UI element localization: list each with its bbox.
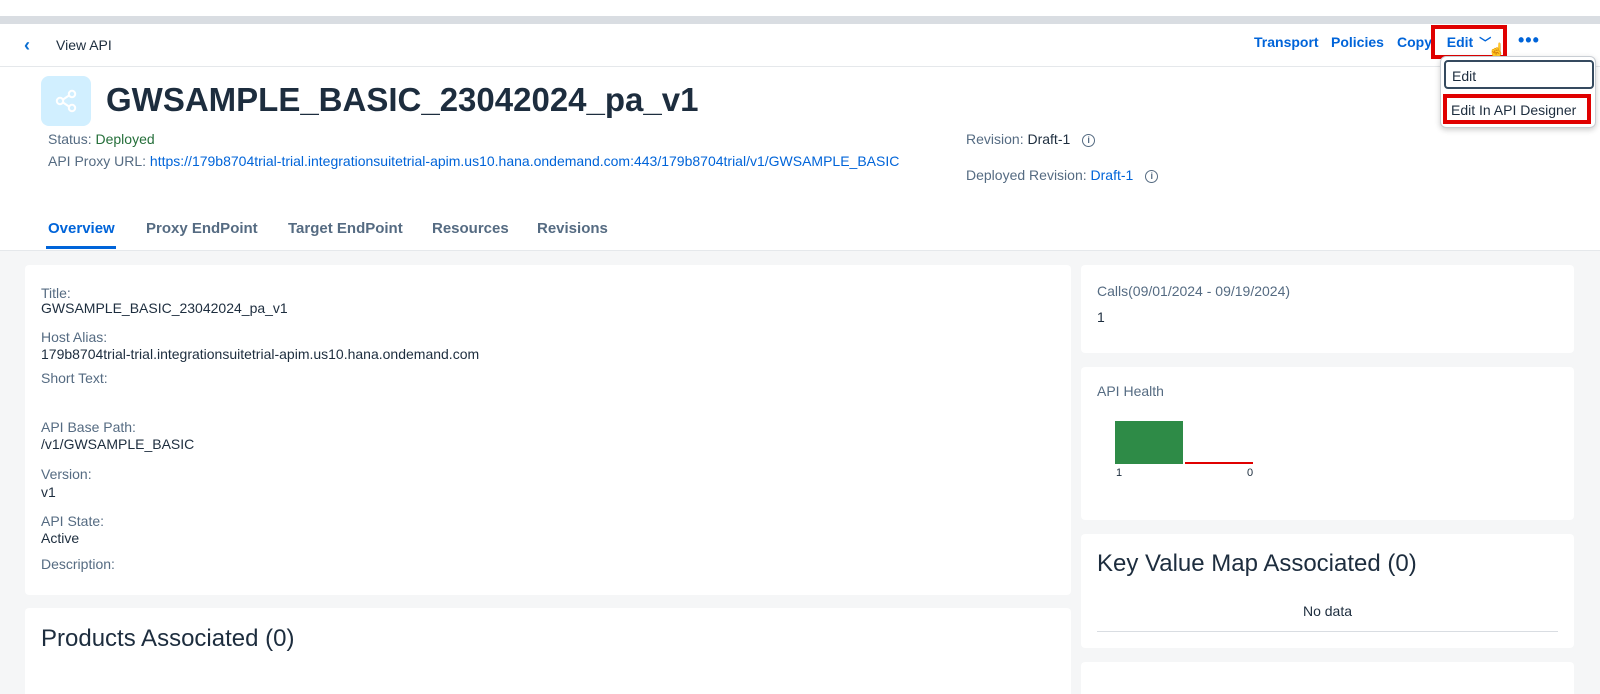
status-label: Status: bbox=[48, 131, 92, 147]
api-health-chart: 1 0 bbox=[1115, 421, 1253, 479]
tab-target-endpoint[interactable]: Target EndPoint bbox=[288, 220, 403, 237]
calls-value: 1 bbox=[1097, 309, 1105, 325]
deployed-revision-row: Deployed Revision: Draft-1 i bbox=[966, 167, 1159, 183]
policies-button[interactable]: Policies bbox=[1331, 34, 1384, 50]
next-card bbox=[1081, 662, 1574, 694]
tab-revisions[interactable]: Revisions bbox=[537, 220, 608, 237]
edit-dropdown-menu: Edit Edit In API Designer bbox=[1440, 56, 1596, 128]
host-alias-value: 179b8704trial-trial.integrationsuitetria… bbox=[41, 346, 480, 362]
page-toolbar: ‹ View API Transport Policies Copy Edit … bbox=[0, 24, 1600, 67]
api-health-label: API Health bbox=[1097, 383, 1164, 399]
health-success-label: 1 bbox=[1116, 467, 1122, 479]
deployed-revision-link[interactable]: Draft-1 bbox=[1091, 167, 1134, 183]
kvm-card: Key Value Map Associated (0) No data bbox=[1081, 534, 1574, 648]
tab-resources[interactable]: Resources bbox=[432, 220, 509, 237]
tab-overview[interactable]: Overview bbox=[48, 220, 115, 237]
kvm-heading: Key Value Map Associated (0) bbox=[1097, 550, 1417, 577]
products-card: Products Associated (0) bbox=[25, 608, 1071, 694]
shell-divider bbox=[0, 16, 1600, 24]
revision-row: Revision: Draft-1 i bbox=[966, 131, 1096, 147]
info-icon[interactable]: i bbox=[1082, 133, 1096, 147]
object-header: GWSAMPLE_BASIC_23042024_pa_v1 Status: De… bbox=[0, 67, 1600, 251]
title-value: GWSAMPLE_BASIC_23042024_pa_v1 bbox=[41, 300, 288, 316]
base-path-value: /v1/GWSAMPLE_BASIC bbox=[41, 436, 195, 452]
calls-label: Calls(09/01/2024 - 09/19/2024) bbox=[1097, 283, 1291, 299]
api-state-value: Active bbox=[41, 530, 80, 546]
menu-item-edit[interactable]: Edit bbox=[1444, 60, 1594, 89]
base-path-label: API Base Path: bbox=[41, 419, 136, 435]
back-arrow-icon[interactable]: ‹ bbox=[24, 35, 30, 56]
calls-card: Calls(09/01/2024 - 09/19/2024) 1 bbox=[1081, 265, 1574, 353]
description-label: Description: bbox=[41, 556, 115, 572]
status-row: Status: Deployed bbox=[48, 131, 155, 147]
api-share-icon bbox=[41, 76, 91, 126]
info-icon[interactable]: i bbox=[1145, 169, 1159, 183]
revision-label: Revision: bbox=[966, 131, 1024, 147]
revision-value: Draft-1 bbox=[1027, 131, 1071, 147]
version-value: v1 bbox=[41, 484, 56, 500]
health-error-label: 0 bbox=[1247, 467, 1253, 479]
api-state-label: API State: bbox=[41, 513, 105, 529]
kvm-empty-text: No data bbox=[1302, 603, 1353, 619]
menu-item-edit-in-api-designer[interactable]: Edit In API Designer bbox=[1443, 94, 1591, 124]
active-tab-indicator bbox=[46, 246, 116, 249]
details-card: Title: GWSAMPLE_BASIC_23042024_pa_v1 Hos… bbox=[25, 265, 1071, 595]
tab-proxy-endpoint[interactable]: Proxy EndPoint bbox=[146, 220, 258, 237]
products-heading: Products Associated (0) bbox=[41, 625, 295, 652]
edit-button-label: Edit bbox=[1446, 34, 1474, 50]
deployed-revision-label: Deployed Revision: bbox=[966, 167, 1087, 183]
view-title: View API bbox=[56, 37, 112, 53]
more-options-icon[interactable]: ••• bbox=[1518, 30, 1540, 51]
api-health-card: API Health 1 0 bbox=[1081, 367, 1574, 520]
copy-button[interactable]: Copy bbox=[1397, 34, 1432, 50]
content-area: Title: GWSAMPLE_BASIC_23042024_pa_v1 Hos… bbox=[0, 251, 1600, 694]
transport-button[interactable]: Transport bbox=[1254, 34, 1319, 50]
version-label: Version: bbox=[41, 466, 92, 482]
page-title: GWSAMPLE_BASIC_23042024_pa_v1 bbox=[106, 81, 699, 118]
proxy-url-row: API Proxy URL: https://179b8704trial-tri… bbox=[48, 153, 899, 169]
short-text-label: Short Text: bbox=[41, 370, 108, 386]
proxy-url-label: API Proxy URL: bbox=[48, 153, 147, 169]
title-label: Title: bbox=[41, 285, 71, 301]
status-value: Deployed bbox=[95, 131, 155, 147]
kvm-divider bbox=[1097, 631, 1558, 632]
health-success-bar bbox=[1115, 421, 1183, 464]
proxy-url-link[interactable]: https://179b8704trial-trial.integrations… bbox=[150, 153, 899, 169]
host-alias-label: Host Alias: bbox=[41, 329, 108, 345]
